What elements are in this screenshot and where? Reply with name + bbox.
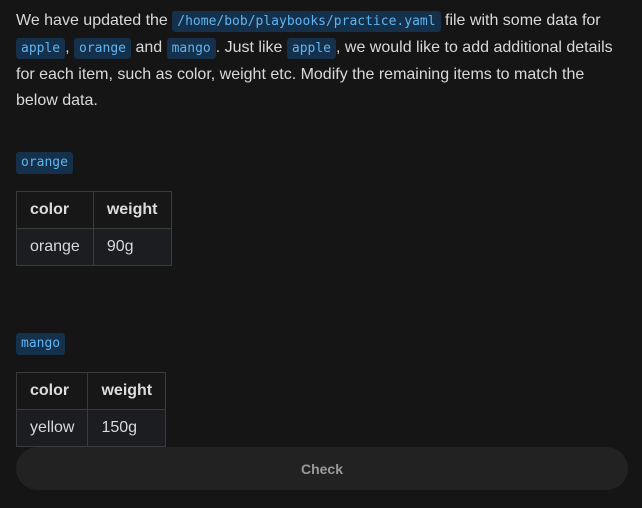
table-row: orange 90g bbox=[16, 228, 172, 266]
table-header-weight: weight bbox=[92, 191, 172, 229]
table-cell-color: orange bbox=[16, 228, 94, 266]
item-apple-code: apple bbox=[16, 38, 66, 59]
file-path-code: /home/bob/playbooks/practice.yaml bbox=[172, 11, 441, 32]
check-button[interactable]: Check bbox=[16, 447, 628, 490]
mango-details-table: color weight yellow 150g bbox=[15, 372, 167, 447]
task-content: We have updated the /home/bob/playbooks/… bbox=[15, 0, 628, 447]
orange-details-table: color weight orange 90g bbox=[16, 191, 172, 266]
intro-text: We have updated the bbox=[16, 12, 173, 29]
mango-section: mango bbox=[16, 333, 66, 355]
intro-text: , bbox=[65, 39, 75, 56]
task-description: We have updated the /home/bob/playbooks/… bbox=[16, 8, 628, 114]
table-header-color: color bbox=[15, 372, 89, 410]
item-orange-code: orange bbox=[74, 38, 131, 59]
item-apple-code: apple bbox=[286, 38, 337, 59]
table-header-row: color weight bbox=[15, 372, 167, 410]
intro-text: . Just like bbox=[215, 39, 287, 56]
orange-item-label: orange bbox=[16, 152, 73, 174]
table-header-row: color weight bbox=[16, 191, 172, 229]
table-cell-weight: 150g bbox=[87, 409, 167, 447]
table-header-weight: weight bbox=[87, 372, 167, 410]
intro-text: and bbox=[131, 39, 167, 56]
table-header-color: color bbox=[16, 191, 94, 229]
table-cell-color: yellow bbox=[15, 409, 89, 447]
item-mango-code: mango bbox=[166, 38, 216, 59]
table-cell-weight: 90g bbox=[92, 228, 172, 266]
table-row: yellow 150g bbox=[15, 409, 167, 447]
mango-item-label: mango bbox=[16, 333, 66, 355]
intro-text: file with some data for bbox=[440, 12, 601, 29]
orange-section: orange bbox=[16, 152, 73, 174]
